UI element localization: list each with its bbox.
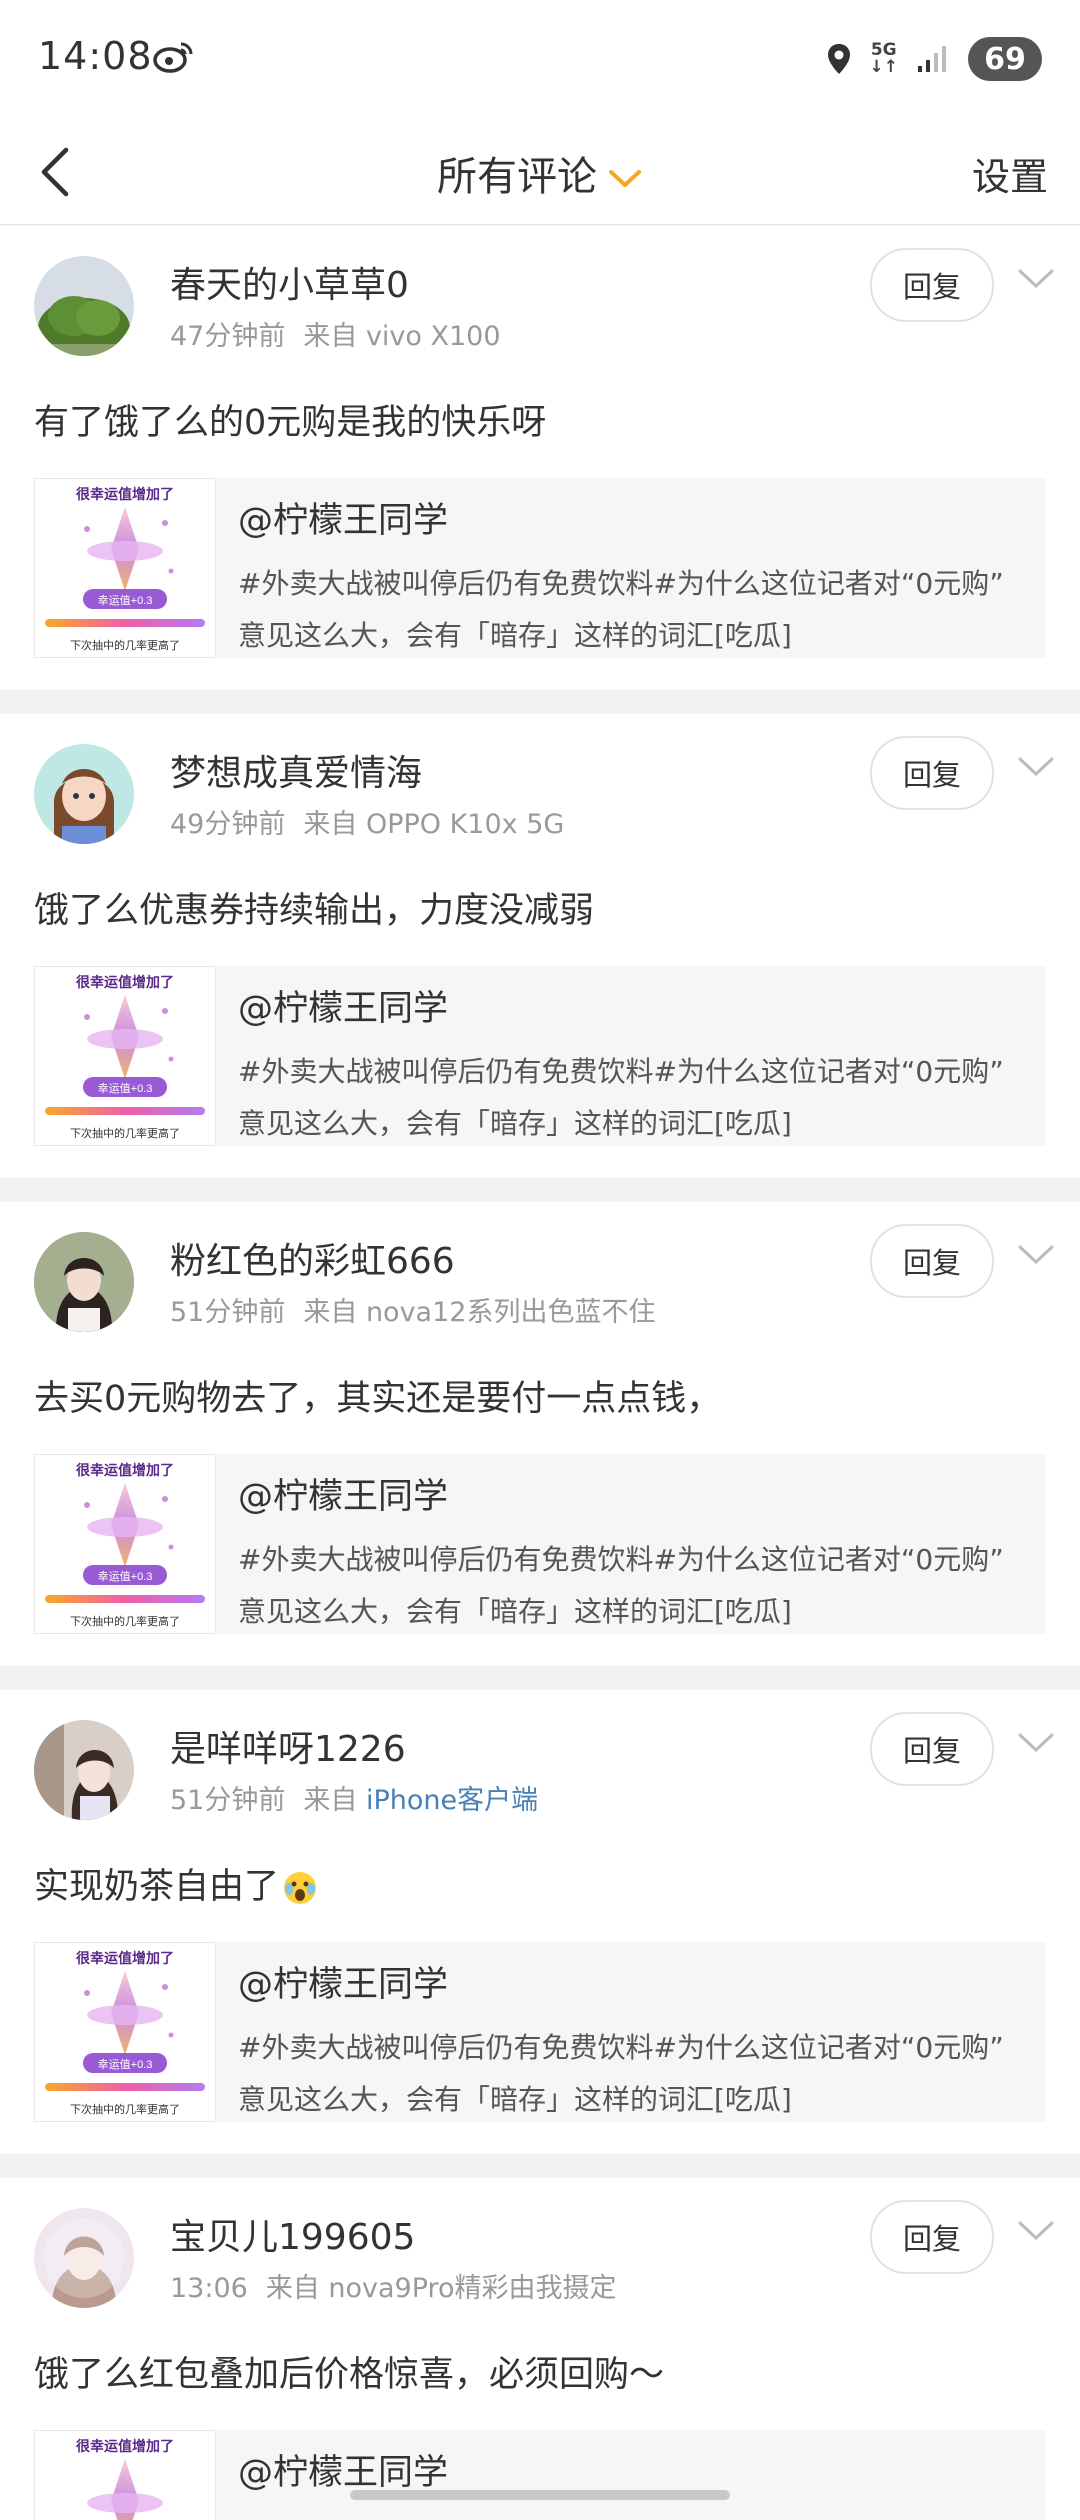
comment-source: 来自 nova12系列出色蓝不住 xyxy=(303,1297,656,1328)
avatar[interactable] xyxy=(34,256,134,356)
username[interactable]: 春天的小草草0 xyxy=(170,256,409,308)
svg-text:幸运值+0.3: 幸运值+0.3 xyxy=(98,1570,153,1583)
page-title: 所有评论 xyxy=(437,154,597,200)
comment-text: 饿了么红包叠加后价格惊喜，必须回购～ xyxy=(34,2355,665,2395)
comment-text: 实现奶茶自由了 xyxy=(34,1858,319,1909)
username[interactable]: 是咩咩呀1226 xyxy=(170,1720,406,1772)
comment-meta: 51分钟前 来自 iPhone客户端 xyxy=(170,1778,538,1817)
quoted-author[interactable]: @柠檬王同学 xyxy=(238,2444,448,2495)
svg-text:下次抽中的几率更高了: 下次抽中的几率更高了 xyxy=(70,1126,180,1140)
chevron-down-icon[interactable] xyxy=(1016,266,1056,292)
avatar[interactable] xyxy=(34,1232,134,1332)
avatar[interactable] xyxy=(34,2208,134,2308)
quoted-post[interactable]: 很幸运值增加了 幸运值+0.3 下次抽中的几率更高了 @柠檬王同学 #外卖大战被… xyxy=(34,478,1046,658)
quoted-author[interactable]: @柠檬王同学 xyxy=(238,980,448,1031)
quoted-text: #外卖大战被叫停后仍有免费饮料#为什么这位记者对“0元购” 意见这么大，会有「暗存… xyxy=(238,2031,1004,2116)
avatar[interactable] xyxy=(34,1720,134,1820)
quoted-post[interactable]: 很幸运值增加了 @柠檬王同学 xyxy=(34,2430,1046,2520)
post-thumbnail: 很幸运值增加了 幸运值+0.3 下次抽中的几率更高了 xyxy=(34,1942,216,2122)
chevron-down-icon xyxy=(609,170,641,187)
comment-card: 粉红色的彩虹666 51分钟前 来自 nova12系列出色蓝不住 回复 去买0元购… xyxy=(0,1202,1080,1666)
comment-card: 梦想成真爱情海 49分钟前 来自 OPPO K10x 5G 回复 饿了么优惠券持续… xyxy=(0,714,1080,1178)
comment-card: 宝贝儿199605 13:06 来自 nova9Pro精彩由我摄定 回复 饿了么红… xyxy=(0,2178,1080,2520)
quoted-text: #外卖大战被叫停后仍有免费饮料#为什么这位记者对“0元购” 意见这么大，会有「暗存… xyxy=(238,1055,1004,1140)
svg-text:很幸运值增加了: 很幸运值增加了 xyxy=(76,1950,174,1966)
comment-meta: 47分钟前 来自 vivo X100 xyxy=(170,314,501,353)
svg-text:幸运值+0.3: 幸运值+0.3 xyxy=(98,594,153,607)
post-thumbnail: 很幸运值增加了 幸运值+0.3 下次抽中的几率更高了 xyxy=(34,1454,216,1634)
quoted-post[interactable]: 很幸运值增加了 幸运值+0.3 下次抽中的几率更高了 @柠檬王同学 #外卖大战被… xyxy=(34,1942,1046,2122)
clock: 14:08 xyxy=(38,34,153,78)
comment-time: 13:06 xyxy=(170,2273,248,2304)
svg-text:很幸运值增加了: 很幸运值增加了 xyxy=(76,2438,174,2454)
quoted-author[interactable]: @柠檬王同学 xyxy=(238,1468,448,1519)
top-nav-bar: 所有评论 设置 xyxy=(0,120,1080,225)
comment-time: 49分钟前 xyxy=(170,809,286,840)
quoted-author[interactable]: @柠檬王同学 xyxy=(238,492,448,543)
comment-time: 47分钟前 xyxy=(170,321,286,352)
comment-meta: 51分钟前 来自 nova12系列出色蓝不住 xyxy=(170,1290,655,1329)
quoted-post[interactable]: 很幸运值增加了 幸运值+0.3 下次抽中的几率更高了 @柠檬王同学 #外卖大战被… xyxy=(34,1454,1046,1634)
chevron-down-icon[interactable] xyxy=(1016,754,1056,780)
surprised-emoji-icon xyxy=(284,1872,317,1904)
svg-text:很幸运值增加了: 很幸运值增加了 xyxy=(76,974,174,990)
quoted-post[interactable]: 很幸运值增加了 幸运值+0.3 下次抽中的几率更高了 @柠檬王同学 #外卖大战被… xyxy=(34,966,1046,1146)
comment-card: 春天的小草草0 47分钟前 来自 vivo X100 回复 有了饿了么的0元购是我… xyxy=(0,226,1080,690)
chevron-down-icon[interactable] xyxy=(1016,1242,1056,1268)
chevron-down-icon[interactable] xyxy=(1016,2218,1056,2244)
svg-text:幸运值+0.3: 幸运值+0.3 xyxy=(98,1082,153,1095)
comment-time: 51分钟前 xyxy=(170,1785,286,1816)
comment-meta: 49分钟前 来自 OPPO K10x 5G xyxy=(170,802,564,841)
comment-text: 饿了么优惠券持续输出，力度没减弱 xyxy=(34,891,595,931)
comment-filter-dropdown[interactable]: 所有评论 xyxy=(0,144,1080,202)
comment-source: 来自 vivo X100 xyxy=(303,321,501,352)
quoted-author[interactable]: @柠檬王同学 xyxy=(238,1956,448,2007)
comment-text: 有了饿了么的0元购是我的快乐呀 xyxy=(34,403,547,443)
weibo-notification-icon xyxy=(153,42,193,73)
chevron-down-icon[interactable] xyxy=(1016,1730,1056,1756)
reply-button[interactable]: 回复 xyxy=(870,1712,994,1786)
comment-time: 51分钟前 xyxy=(170,1297,286,1328)
comment-source: 来自 nova9Pro精彩由我摄定 xyxy=(265,2273,617,2304)
post-thumbnail: 很幸运值增加了 xyxy=(34,2430,216,2520)
signal-icon xyxy=(918,46,946,72)
post-thumbnail: 很幸运值增加了 幸运值+0.3 下次抽中的几率更高了 xyxy=(34,478,216,658)
comment-source: 来自 xyxy=(303,1785,358,1816)
username[interactable]: 粉红色的彩虹666 xyxy=(170,1232,455,1284)
battery-indicator: 69 xyxy=(968,37,1042,81)
comment-text: 去买0元购物去了，其实还是要付一点点钱， xyxy=(34,1379,722,1419)
quoted-text: #外卖大战被叫停后仍有免费饮料#为什么这位记者对“0元购” 意见这么大，会有「暗存… xyxy=(238,1543,1004,1628)
location-icon xyxy=(827,44,850,74)
username[interactable]: 宝贝儿199605 xyxy=(170,2208,415,2260)
svg-text:很幸运值增加了: 很幸运值增加了 xyxy=(76,486,174,502)
svg-text:下次抽中的几率更高了: 下次抽中的几率更高了 xyxy=(70,638,180,652)
reply-button[interactable]: 回复 xyxy=(870,2200,994,2274)
svg-text:幸运值+0.3: 幸运值+0.3 xyxy=(98,2058,153,2071)
svg-text:很幸运值增加了: 很幸运值增加了 xyxy=(76,1462,174,1478)
avatar[interactable] xyxy=(34,744,134,844)
comment-source: 来自 OPPO K10x 5G xyxy=(303,809,565,840)
settings-button[interactable]: 设置 xyxy=(972,146,1048,201)
comment-meta: 13:06 来自 nova9Pro精彩由我摄定 xyxy=(170,2266,617,2305)
reply-button[interactable]: 回复 xyxy=(870,736,994,810)
reply-button[interactable]: 回复 xyxy=(870,248,994,322)
status-bar: 14:08 5G ↓↑ 69 xyxy=(0,0,1080,120)
quoted-text: #外卖大战被叫停后仍有免费饮料#为什么这位记者对“0元购” 意见这么大，会有「暗存… xyxy=(238,567,1004,652)
home-indicator[interactable] xyxy=(350,2490,730,2500)
comment-card: 是咩咩呀1226 51分钟前 来自 iPhone客户端 回复 实现奶茶自由了 很幸… xyxy=(0,1690,1080,2154)
comment-source-link[interactable]: iPhone客户端 xyxy=(366,1785,538,1816)
username[interactable]: 梦想成真爱情海 xyxy=(170,744,422,796)
reply-button[interactable]: 回复 xyxy=(870,1224,994,1298)
network-indicator: 5G ↓↑ xyxy=(869,40,899,77)
svg-text:下次抽中的几率更高了: 下次抽中的几率更高了 xyxy=(70,1614,180,1628)
post-thumbnail: 很幸运值增加了 幸运值+0.3 下次抽中的几率更高了 xyxy=(34,966,216,1146)
svg-text:下次抽中的几率更高了: 下次抽中的几率更高了 xyxy=(70,2102,180,2116)
